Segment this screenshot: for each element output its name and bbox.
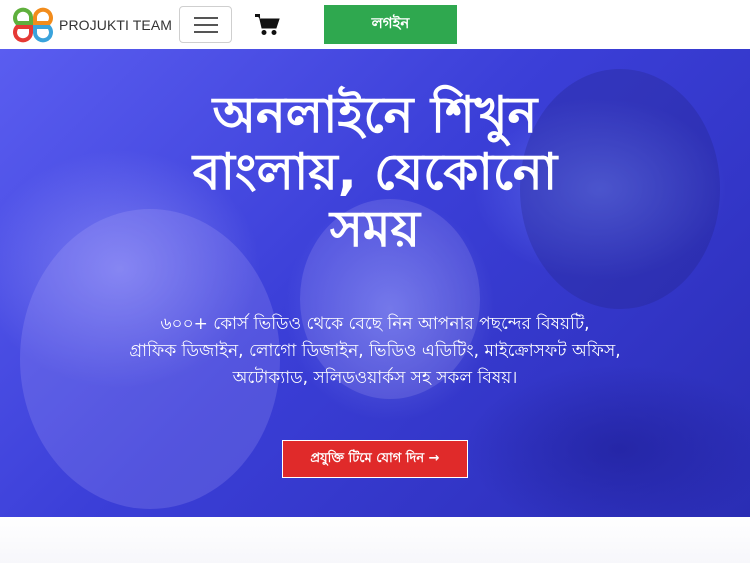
- hero-title-line: সময়: [329, 200, 421, 258]
- login-button[interactable]: লগইন: [324, 5, 457, 44]
- cart-button[interactable]: [255, 14, 281, 36]
- brand-link[interactable]: PROJUKTI TEAM: [13, 5, 172, 45]
- flower-logo-icon: [13, 5, 53, 45]
- next-section: [0, 517, 750, 563]
- hero-title-line: অনলাইনে শিখুন: [212, 86, 538, 144]
- menu-toggle-button[interactable]: [179, 6, 232, 43]
- hero-title: অনলাইনে শিখুন বাংলায়, যেকোনো সময়: [0, 87, 750, 258]
- hero-subtitle-line: গ্রাফিক ডিজাইন, লোগো ডিজাইন, ভিডিও এডিটি…: [129, 341, 621, 361]
- hero-title-line: বাংলায়, যেকোনো: [192, 143, 558, 201]
- brand-name: PROJUKTI TEAM: [59, 17, 173, 33]
- hero-subtitle-line: অটোক্যাড, সলিডওয়ার্কস সহ সকল বিষয়।: [232, 368, 518, 388]
- hero-banner: অনলাইনে শিখুন বাংলায়, যেকোনো সময় ৬০০+ …: [0, 49, 750, 517]
- hero-subtitle-line: ৬০০+ কোর্স ভিডিও থেকে বেছে নিন আপনার পছন…: [160, 314, 590, 334]
- shopping-cart-icon: [255, 14, 280, 35]
- navbar: PROJUKTI TEAM লগইন: [0, 0, 750, 49]
- hero-subtitle: ৬০০+ কোর্স ভিডিও থেকে বেছে নিন আপনার পছন…: [0, 311, 750, 392]
- join-team-button[interactable]: প্রযুক্তি টিমে যোগ দিন →: [282, 440, 468, 478]
- hamburger-menu-icon: [193, 16, 218, 33]
